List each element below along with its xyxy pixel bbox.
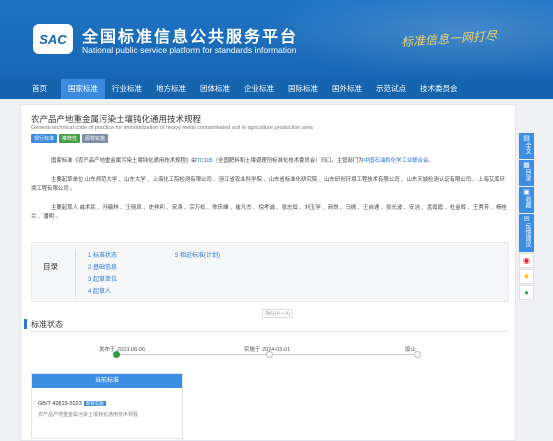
current-standard-card[interactable]: 当前标准 GB/T 42819-2023 即将实施 农产品产地重金属污染土壤钝化通…: [31, 373, 183, 439]
wechat-icon[interactable]: ●: [519, 285, 534, 300]
nav-technical-committee[interactable]: 技术委员会: [413, 79, 465, 99]
status-badge: 现行标准: [31, 134, 58, 143]
nav-international-standard[interactable]: 国际标准: [281, 79, 325, 99]
nav-foreign-standard[interactable]: 国外标准: [325, 79, 369, 99]
abolish-dot: [414, 351, 421, 358]
nav-enterprise-standard[interactable]: 企业标准: [237, 79, 281, 99]
overview-paragraph: 国家标准《农产品产地重金属污染土壤钝化通用技术规程》由TC105（全国肥料和土壤…: [31, 157, 509, 166]
nav-home[interactable]: 首页: [0, 79, 61, 99]
current-standard-header: 当前标准: [32, 374, 182, 388]
catalog-button[interactable]: ▦ 目录: [519, 160, 534, 186]
current-standard-code-row: GB/T 42819-2023 即将实施: [38, 401, 106, 407]
tc-link[interactable]: TC105: [197, 158, 213, 164]
logo-text: SAC: [39, 32, 67, 47]
standard-badges: 现行标准 推荐性 即将实施: [31, 134, 109, 143]
toc-item-status[interactable]: 1 标准状态: [88, 250, 117, 259]
department-link[interactable]: 中国石油和化学工业联合会: [364, 158, 429, 164]
toc-label: 目录: [43, 262, 58, 271]
drafting-units-paragraph: 主要起草单位 山东师范大学 、山东大学 、上海化工院检测有限公司 、浙江省农业科…: [31, 177, 506, 192]
current-standard-tag: 即将实施: [83, 401, 106, 406]
nav-industry-standard[interactable]: 行业标准: [105, 79, 149, 99]
feedback-button[interactable]: ✉ 反馈建议: [519, 214, 534, 252]
overview-text: 国家标准《农产品产地重金属污染土壤钝化通用技术规程》由: [51, 158, 197, 164]
toc-item-similar-standards[interactable]: 5 相近标准(计划): [175, 250, 220, 259]
standard-detail-card: 农产品产地重金属污染土壤钝化通用技术规程 General technical c…: [20, 104, 516, 441]
fulltext-button[interactable]: ▤ 全文: [519, 133, 534, 159]
drafters-paragraph: 主要起草人 戚术民 、冯毓林 、王晓凤 、史祥利 、宋涛 、宗万松 、陈庆峰 、…: [31, 205, 507, 220]
favorite-label: 收藏: [524, 196, 530, 208]
lock-icon: ▣: [523, 189, 530, 196]
site-header: SAC 全国标准信息公共服务平台 National public service…: [0, 0, 553, 79]
section-marker: [24, 319, 27, 329]
sac-logo[interactable]: SAC: [33, 24, 73, 54]
standard-title: 农产品产地重金属污染土壤钝化通用技术规程: [31, 114, 202, 124]
toc-item-drafters[interactable]: 4 起草人: [88, 286, 111, 295]
nav-local-standard[interactable]: 地方标准: [149, 79, 193, 99]
nav-demo-pilot[interactable]: 示范试点: [369, 79, 413, 99]
side-toolbar: ▤ 全文 ▦ 目录 ▣ 收藏 ✉ 反馈建议 ◉ ★ ●: [519, 133, 534, 301]
nav-national-standard[interactable]: 国家标准: [61, 79, 105, 99]
catalog-label: 目录: [524, 169, 530, 181]
feedback-label: 反馈建议: [524, 223, 530, 247]
font-size-hint[interactable]: 相似(A + A): [262, 309, 294, 318]
fulltext-label: 全文: [524, 142, 530, 154]
current-standard-name: 农产品产地重金属污染土壤钝化通用技术规程: [38, 412, 139, 418]
site-subtitle: National public service platform for sta…: [82, 45, 297, 55]
qzone-icon[interactable]: ★: [519, 269, 534, 284]
site-title: 全国标准信息公共服务平台: [82, 27, 299, 46]
nav-group-standard[interactable]: 团体标准: [193, 79, 237, 99]
main-nav: 首页 国家标准 行业标准 地方标准 团体标准 企业标准 国际标准 国外标准 示范…: [0, 79, 553, 99]
publish-dot: [113, 351, 120, 358]
grid-icon: ▦: [523, 162, 530, 169]
section-divider: [31, 331, 509, 332]
implement-dot: [266, 351, 273, 358]
document-icon: ▤: [523, 135, 530, 142]
toc-divider: [75, 249, 76, 297]
current-standard-code[interactable]: GB/T 42819-2023: [38, 401, 82, 407]
upcoming-badge: 即将实施: [82, 134, 109, 143]
toc-item-drafting-units[interactable]: 3 起草单位: [88, 274, 117, 283]
publish-date: 发布于 2023-08-06: [99, 347, 146, 353]
overview-text-end: 。: [428, 158, 434, 164]
type-badge: 推荐性: [59, 134, 81, 143]
chat-icon: ✉: [523, 216, 530, 223]
favorite-button[interactable]: ▣ 收藏: [519, 187, 534, 213]
toc-item-basic-info[interactable]: 2 基础信息: [88, 262, 117, 271]
overview-text-mid: （全国肥料和土壤调理剂标准化技术委员会）归口，主管部门为: [212, 158, 364, 164]
standard-title-en: General technical code of practice for i…: [31, 125, 313, 131]
table-of-contents: 目录 1 标准状态 2 基础信息 3 起草单位 4 起草人 5 相近标准(计划)…: [31, 242, 509, 318]
status-section-title: 标准状态: [31, 320, 63, 329]
weibo-icon[interactable]: ◉: [519, 253, 534, 268]
